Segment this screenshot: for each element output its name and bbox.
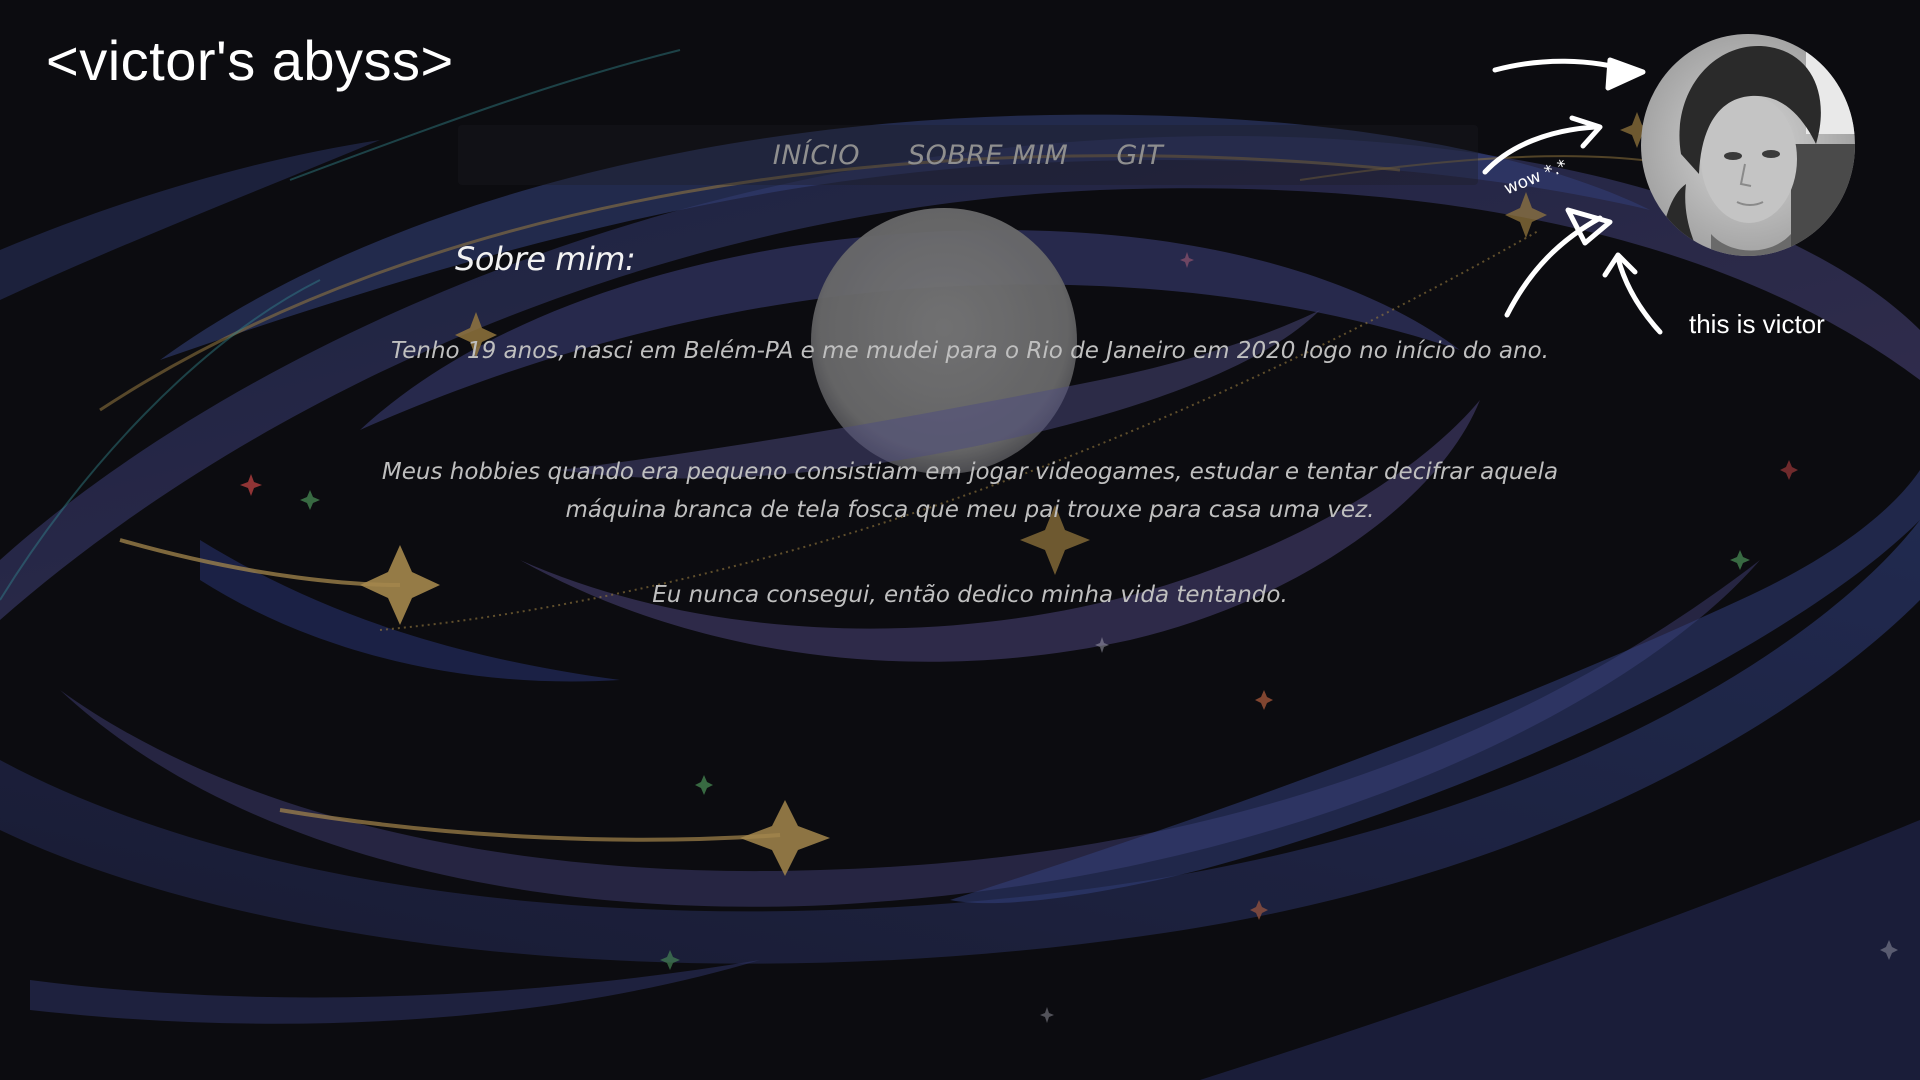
site-title: <victor's abyss> [46, 29, 454, 92]
about-heading: Sobre mim: [455, 240, 636, 278]
avatar-caption: this is victor [1689, 309, 1825, 339]
avatar [1641, 34, 1855, 256]
nav-link-sobre-mim[interactable]: SOBRE MIM [908, 140, 1068, 171]
about-paragraph-hobbies: Meus hobbies quando era pequeno consisti… [381, 459, 1559, 523]
about-paragraph-closing: Eu nunca consegui, então dedico minha vi… [652, 582, 1288, 608]
about-paragraph-age: Tenho 19 anos, nasci em Belém-PA e me mu… [391, 338, 1549, 364]
nav-link-git[interactable]: GIT [1116, 140, 1163, 171]
nav-bar: INÍCIO SOBRE MIM GIT [458, 125, 1478, 185]
nav-link-inicio[interactable]: INÍCIO [773, 140, 860, 171]
